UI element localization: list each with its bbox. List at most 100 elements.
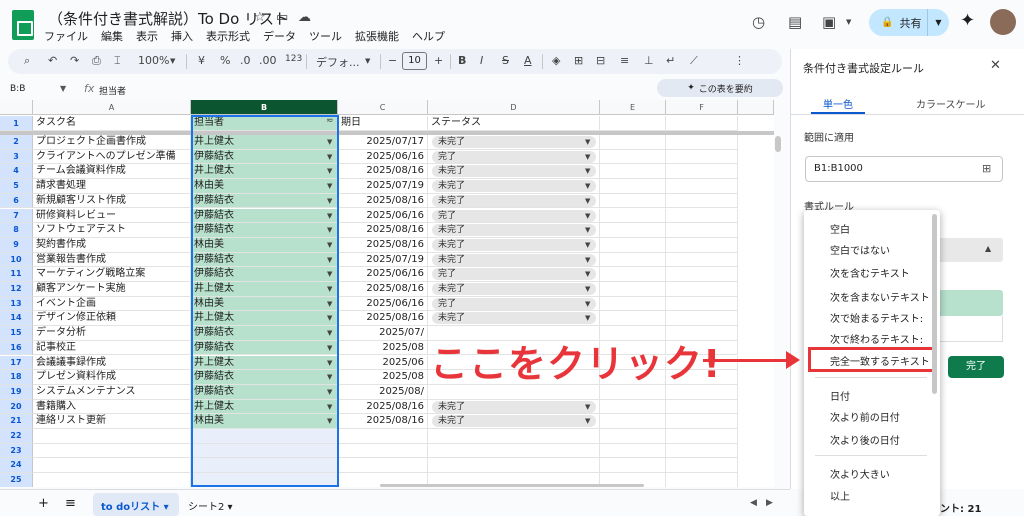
doc-title[interactable]: （条件付き書式解説）To Do リスト xyxy=(48,8,289,29)
meet-icon[interactable]: ▣ xyxy=(822,13,836,31)
table-row-f[interactable] xyxy=(666,223,738,238)
table-row-task[interactable]: 請求書処理 xyxy=(33,179,191,194)
table-row-person[interactable]: 林由美 xyxy=(191,414,338,429)
empty-cell-b[interactable] xyxy=(191,443,338,459)
table-row-task[interactable]: マーケティング戦略立案 xyxy=(33,267,191,282)
add-sheet-icon[interactable]: + xyxy=(38,496,49,511)
decrease-decimal-button[interactable]: .0 xyxy=(240,54,251,67)
table-row-person[interactable]: 伊藤結衣 xyxy=(191,340,338,356)
table-row-date[interactable]: 2025/08/16 xyxy=(338,193,428,209)
table-row-person[interactable]: 林由美 xyxy=(191,179,338,194)
table-row-task[interactable]: 顧客アンケート実施 xyxy=(33,282,191,297)
table-row-task[interactable]: チーム会議資料作成 xyxy=(33,164,191,180)
status-badge[interactable]: 未完了 xyxy=(432,194,596,207)
table-row-person[interactable]: 井上健太 xyxy=(191,282,338,297)
menu-item[interactable]: 挿入 xyxy=(171,28,193,44)
font-size-input[interactable]: 10 xyxy=(402,52,427,70)
print-icon[interactable]: ⎙ xyxy=(92,54,101,68)
table-row-e[interactable] xyxy=(600,311,666,327)
meet-chevron-icon[interactable]: ▼ xyxy=(846,18,851,26)
share-dropdown-icon[interactable]: ▼ xyxy=(927,9,949,36)
menu-item[interactable]: ヘルプ xyxy=(412,28,445,44)
table-row-date[interactable]: 2025/06/16 xyxy=(338,208,428,224)
cell-e1[interactable] xyxy=(600,116,666,131)
table-row-task[interactable]: 新規顧客リスト作成 xyxy=(33,193,191,209)
cell-b1[interactable]: 担当者 xyxy=(191,116,338,131)
table-row-date[interactable]: 2025/08 xyxy=(338,340,428,356)
share-button[interactable]: 🔒 共有 ▼ xyxy=(869,9,949,36)
font-size-decrease-button[interactable]: − xyxy=(388,54,397,67)
table-row-date[interactable]: 2025/07/ xyxy=(338,326,428,341)
chevron-down-icon[interactable]: ▼ xyxy=(585,135,590,150)
chevron-down-icon[interactable]: ▼ xyxy=(327,150,332,165)
empty-cell[interactable] xyxy=(600,443,666,459)
table-row-task[interactable]: プロジェクト企画書作成 xyxy=(33,135,191,150)
empty-cell[interactable] xyxy=(666,458,738,474)
row-header[interactable]: 10 xyxy=(0,252,33,268)
table-row-e[interactable] xyxy=(600,164,666,180)
increase-decimal-button[interactable]: .00 xyxy=(259,54,277,67)
table-row-task[interactable]: 営業報告書作成 xyxy=(33,252,191,268)
scroll-left-icon[interactable]: ◀ xyxy=(750,498,757,508)
menu-item[interactable]: データ xyxy=(263,28,296,44)
column-header-d[interactable]: D xyxy=(428,100,600,115)
empty-cell[interactable] xyxy=(338,443,428,459)
sheet-tab-todo[interactable]: to doリスト ▾ xyxy=(93,493,179,516)
font-size-increase-button[interactable]: + xyxy=(434,54,443,67)
table-row-date[interactable]: 2025/08/16 xyxy=(338,414,428,429)
table-row-person[interactable]: 伊藤結衣 xyxy=(191,267,338,282)
format-style-box[interactable] xyxy=(935,316,1003,342)
table-row-person[interactable]: 伊藤結衣 xyxy=(191,252,338,268)
table-row-task[interactable]: 研修資料レビュー xyxy=(33,208,191,224)
table-row-f[interactable] xyxy=(666,311,738,327)
gemini-sparkle-icon[interactable]: ✦ xyxy=(960,10,975,31)
paint-format-icon[interactable]: ⌶ xyxy=(114,54,121,68)
tab-color-scale[interactable]: カラースケール xyxy=(916,96,986,111)
status-badge[interactable]: 未完了 xyxy=(432,238,596,251)
text-color-button[interactable]: A xyxy=(524,54,532,67)
status-badge[interactable]: 未完了 xyxy=(432,180,596,193)
chevron-down-icon[interactable]: ▼ xyxy=(327,385,332,400)
table-row-task[interactable]: プレゼン資料作成 xyxy=(33,370,191,385)
chevron-down-icon[interactable]: ▼ xyxy=(327,370,332,385)
undo-icon[interactable]: ↶ xyxy=(48,54,57,67)
chevron-down-icon[interactable]: ▼ xyxy=(585,253,590,268)
chevron-down-icon[interactable]: ▼ xyxy=(327,297,332,312)
condition-select[interactable] xyxy=(935,238,1003,262)
menu-item[interactable]: 次より大きい xyxy=(830,466,890,481)
table-row-e[interactable] xyxy=(600,149,666,165)
table-row-date[interactable]: 2025/08/16 xyxy=(338,282,428,297)
table-row-task[interactable]: クライアントへのプレゼン準備 xyxy=(33,149,191,165)
empty-cell-b[interactable] xyxy=(191,458,338,474)
table-row-task[interactable]: 連絡リスト更新 xyxy=(33,414,191,429)
row-header[interactable]: 8 xyxy=(0,223,33,238)
font-select[interactable]: デフォ... xyxy=(316,54,360,70)
row-header[interactable]: 7 xyxy=(0,208,33,224)
chevron-down-icon[interactable]: ▼ xyxy=(327,194,332,209)
menu-item[interactable]: ファイル xyxy=(44,28,88,44)
comments-icon[interactable]: ▤ xyxy=(788,13,802,31)
table-row-date[interactable]: 2025/06/16 xyxy=(338,267,428,282)
empty-cell-b[interactable] xyxy=(191,429,338,444)
table-row-person[interactable]: 伊藤結衣 xyxy=(191,384,338,400)
table-row-task[interactable]: システムメンテナンス xyxy=(33,384,191,400)
empty-cell[interactable] xyxy=(33,473,191,487)
menu-item[interactable]: 空白 xyxy=(830,221,850,236)
status-badge[interactable]: 未完了 xyxy=(432,136,596,148)
spreadsheet-grid[interactable]: A B C D E F 1 タスク名 担当者 ≂ 期日 ステータス 2 プロジェクト企画書作成 井上健太 ▼ 2… xyxy=(0,100,774,487)
row-header[interactable]: 2 xyxy=(0,135,33,150)
borders-icon[interactable]: ⊞ xyxy=(574,54,583,67)
status-badge[interactable]: 未完了 xyxy=(432,165,596,178)
menu-item[interactable]: 日付 xyxy=(830,388,850,403)
column-header-a[interactable]: A xyxy=(33,100,191,115)
empty-cell[interactable] xyxy=(428,429,600,444)
chevron-down-icon[interactable]: ▼ xyxy=(585,209,590,224)
fill-color-icon[interactable]: ◈ xyxy=(552,54,560,67)
chevron-down-icon[interactable]: ▼ xyxy=(585,400,590,415)
percent-button[interactable]: % xyxy=(220,54,230,67)
table-row-date[interactable]: 2025/08/16 xyxy=(338,237,428,253)
empty-cell-b[interactable] xyxy=(191,473,338,487)
empty-cell[interactable] xyxy=(338,429,428,444)
move-folder-icon[interactable]: ▭ xyxy=(276,10,288,25)
close-icon[interactable]: ✕ xyxy=(990,58,1001,73)
